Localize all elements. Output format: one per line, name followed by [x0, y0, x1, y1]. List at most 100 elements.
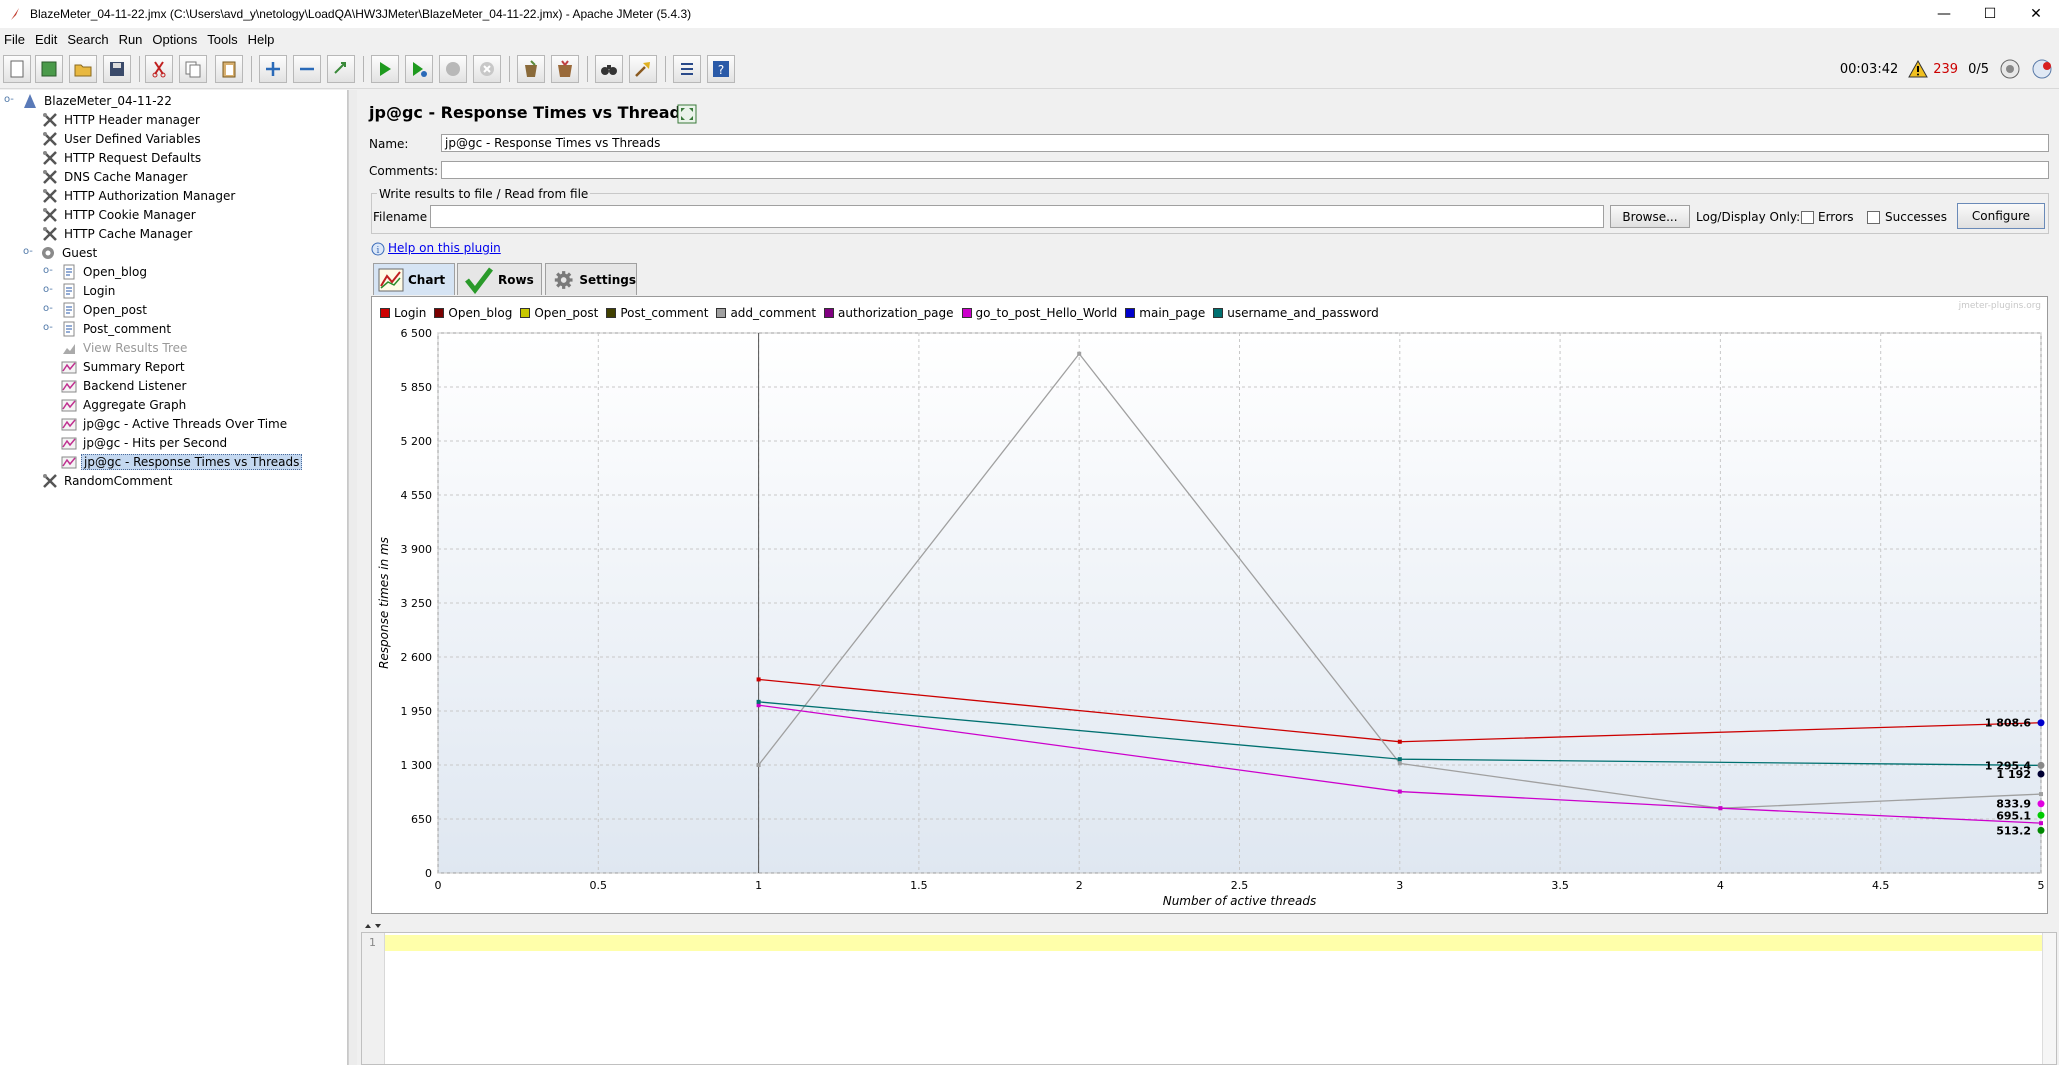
tree-item-http-header-manager[interactable]: HTTP Header manager	[42, 111, 202, 129]
tree-item-label: jp@gc - Active Threads Over Time	[83, 417, 288, 431]
tree-item-guest[interactable]: Guest	[40, 244, 99, 262]
shutdown-icon[interactable]	[473, 55, 501, 83]
tree-node-icon	[61, 454, 77, 470]
chart-plot: 06501 3001 9502 6003 2503 9004 5505 2005…	[377, 327, 2045, 908]
tree-item-login[interactable]: Login	[61, 282, 117, 300]
toolbar: ?	[0, 50, 2059, 89]
tree-item-jp-gc-hits-per-second[interactable]: jp@gc - Hits per Second	[61, 434, 229, 452]
menu-options[interactable]: Options	[152, 32, 197, 47]
browse-button[interactable]: Browse...	[1610, 205, 1690, 228]
successes-checkbox[interactable]	[1867, 211, 1880, 224]
tree-item-user-defined-variables[interactable]: User Defined Variables	[42, 130, 203, 148]
start-icon[interactable]	[371, 55, 399, 83]
expand-icon[interactable]	[259, 55, 287, 83]
successes-label: Successes	[1885, 210, 1947, 224]
tree-item-aggregate-graph[interactable]: Aggregate Graph	[61, 396, 188, 414]
tree-item-post-comment[interactable]: Post_comment	[61, 320, 173, 338]
tree-item-label: Post_comment	[83, 322, 172, 336]
tree-item-label: HTTP Cache Manager	[64, 227, 193, 241]
tree-item-label: DNS Cache Manager	[64, 170, 188, 184]
menu-search[interactable]: Search	[67, 32, 108, 47]
tree-node-icon	[42, 207, 58, 223]
new-icon[interactable]	[3, 55, 31, 83]
tree-node-icon	[61, 283, 77, 299]
menu-file[interactable]: File	[4, 32, 25, 47]
templates-icon[interactable]	[35, 55, 63, 83]
minimize-button[interactable]: —	[1921, 0, 1967, 28]
data-point	[1397, 739, 1402, 744]
tree-item-open-blog[interactable]: Open_blog	[61, 263, 149, 281]
console-scrollbar[interactable]	[2042, 933, 2056, 1064]
tree-item-view-results-tree[interactable]: View Results Tree	[61, 339, 189, 357]
errors-checkbox[interactable]	[1801, 211, 1814, 224]
search-icon[interactable]	[595, 55, 623, 83]
data-point	[756, 763, 761, 767]
divider-arrows-icon[interactable]	[364, 922, 384, 930]
start-no-pauses-icon[interactable]	[405, 55, 433, 83]
tree-item-label: User Defined Variables	[64, 132, 201, 146]
menu-run[interactable]: Run	[119, 32, 143, 47]
tree-item-http-authorization-manager[interactable]: HTTP Authorization Manager	[42, 187, 237, 205]
toggle-icon[interactable]	[327, 55, 355, 83]
function-helper-icon[interactable]	[673, 55, 701, 83]
tree-item-backend-listener[interactable]: Backend Listener	[61, 377, 188, 395]
x-tick-label: 1	[755, 879, 762, 892]
chart-panel: jmeter-plugins.org Login Open_blog Open_po…	[371, 296, 2048, 914]
tree-expand-handle[interactable]: o-	[43, 284, 53, 295]
save-icon[interactable]	[103, 55, 131, 83]
open-icon[interactable]	[69, 55, 97, 83]
clear-icon[interactable]	[517, 55, 545, 83]
help-on-plugin-link[interactable]: Help on this plugin	[388, 241, 501, 255]
tree-item-dns-cache-manager[interactable]: DNS Cache Manager	[42, 168, 189, 186]
warning-count[interactable]: 239	[1933, 62, 1958, 77]
tab-settings[interactable]: Settings	[545, 263, 637, 295]
menu-tools[interactable]: Tools	[207, 32, 237, 47]
tree-item-blazemeter-04-11-22[interactable]: BlazeMeter_04-11-22	[22, 92, 174, 110]
name-field[interactable]: jp@gc - Response Times vs Threads	[441, 134, 2049, 152]
tree-item-jp-gc-active-threads-over-time[interactable]: jp@gc - Active Threads Over Time	[61, 415, 289, 433]
tree-item-summary-report[interactable]: Summary Report	[61, 358, 187, 376]
stop-icon[interactable]	[439, 55, 467, 83]
tab-chart[interactable]: Chart	[373, 263, 455, 295]
tree-expand-handle[interactable]: o-	[43, 303, 53, 314]
help-icon[interactable]: ?	[707, 55, 735, 83]
y-tick-label: 0	[425, 867, 432, 880]
y-tick-label: 1 300	[401, 759, 433, 772]
clear-all-icon[interactable]	[551, 55, 579, 83]
maximize-chart-icon[interactable]	[677, 104, 697, 124]
tree-item-randomcomment[interactable]: RandomComment	[42, 472, 174, 490]
comments-field[interactable]	[441, 161, 2049, 179]
cut-icon[interactable]	[145, 55, 173, 83]
tree-item-http-cookie-manager[interactable]: HTTP Cookie Manager	[42, 206, 198, 224]
copy-icon[interactable]	[179, 55, 207, 83]
tree-item-label: jp@gc - Hits per Second	[83, 436, 228, 450]
tab-rows[interactable]: Rows	[457, 263, 542, 295]
tree-item-http-request-defaults[interactable]: HTTP Request Defaults	[42, 149, 203, 167]
log-viewer-icon[interactable]	[2029, 58, 2055, 80]
menu-help[interactable]: Help	[248, 32, 275, 47]
paste-icon[interactable]	[215, 55, 243, 83]
tree-item-jp-gc-response-times-vs-threads[interactable]: jp@gc - Response Times vs Threads	[61, 453, 303, 471]
collapse-icon[interactable]	[293, 55, 321, 83]
tree-item-open-post[interactable]: Open_post	[61, 301, 149, 319]
tree-node-icon	[42, 112, 58, 128]
split-pane-divider[interactable]	[348, 90, 357, 1065]
tree-node-icon	[61, 416, 77, 432]
remote-icon[interactable]	[1999, 58, 2021, 80]
tree-expand-handle[interactable]: o-	[43, 322, 53, 333]
warning-icon[interactable]	[1908, 60, 1929, 78]
maximize-button[interactable]: ☐	[1967, 0, 2013, 28]
filename-field[interactable]	[430, 205, 1604, 228]
x-axis-label: Number of active threads	[1163, 894, 1317, 908]
tree-expand-handle[interactable]: o-	[43, 265, 53, 276]
reset-search-icon[interactable]	[629, 55, 657, 83]
end-value-marker	[2037, 761, 2045, 769]
tree-expand-handle[interactable]: o-	[4, 94, 14, 105]
close-button[interactable]: ✕	[2013, 0, 2059, 28]
tree-expand-handle[interactable]: o-	[23, 246, 33, 257]
configure-button[interactable]: Configure	[1957, 203, 2045, 229]
tree-item-http-cache-manager[interactable]: HTTP Cache Manager	[42, 225, 194, 243]
file-group-title: Write results to file / Read from file	[377, 187, 591, 201]
log-console[interactable]: 1	[361, 932, 2057, 1065]
menu-edit[interactable]: Edit	[35, 32, 57, 47]
